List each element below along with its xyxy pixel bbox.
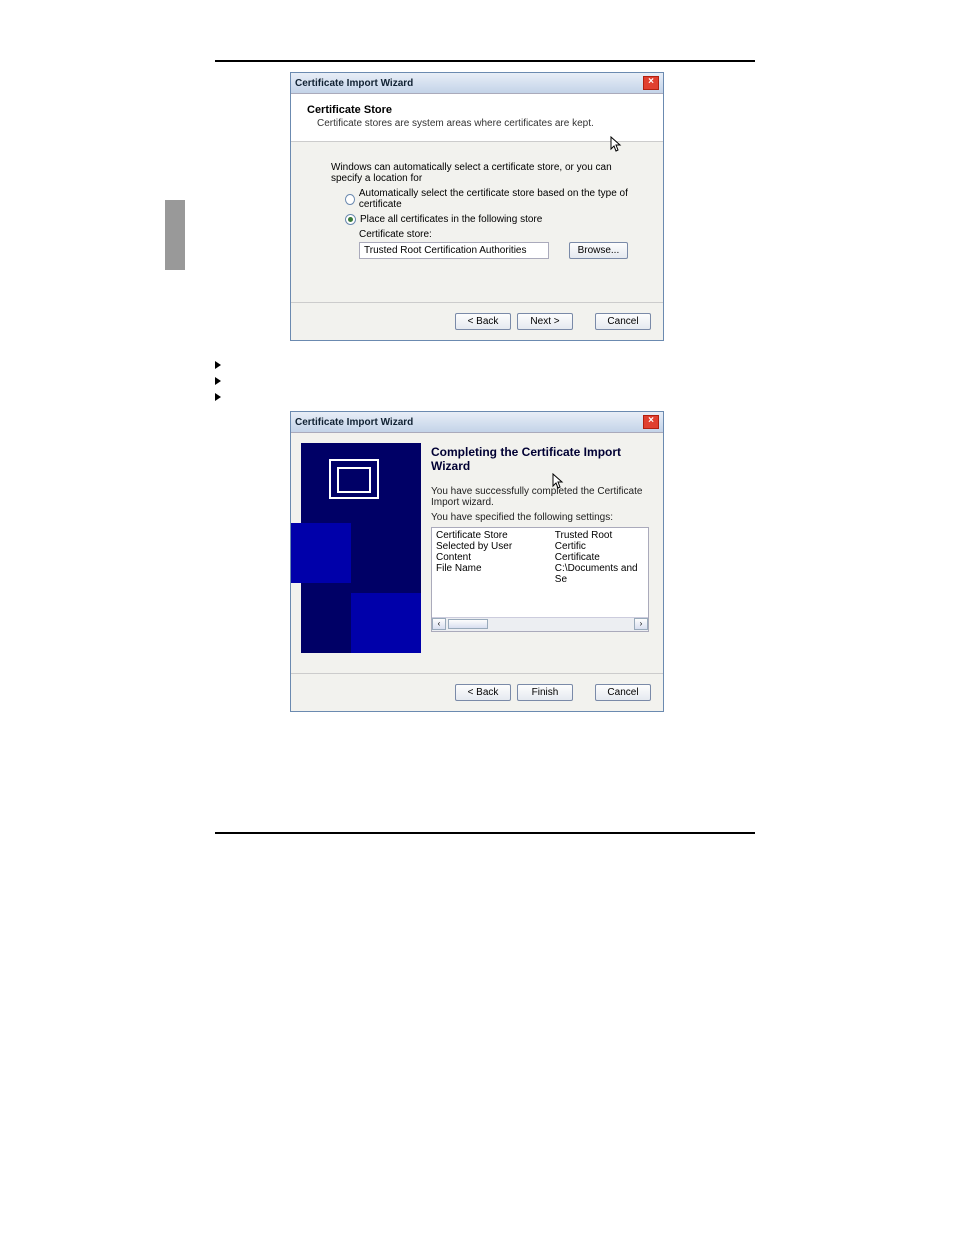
scroll-thumb[interactable] xyxy=(448,619,488,629)
cancel-button[interactable]: Cancel xyxy=(595,684,651,701)
window-title: Certificate Import Wizard xyxy=(295,78,413,89)
setting-value: Certificate xyxy=(555,552,644,563)
bullet-item xyxy=(215,393,854,401)
triangle-bullet-icon xyxy=(215,361,221,369)
intro-text: Windows can automatically select a certi… xyxy=(331,162,633,184)
titlebar: Certificate Import Wizard × xyxy=(291,412,663,433)
cert-import-wizard-step: Certificate Import Wizard × Certificate … xyxy=(290,72,664,341)
radio-auto-select[interactable]: Automatically select the certificate sto… xyxy=(345,188,633,210)
wizard-heading: Certificate Store xyxy=(307,104,647,116)
radio-place-all[interactable]: Place all certificates in the following … xyxy=(345,214,633,225)
radio-icon xyxy=(345,194,355,205)
setting-key: Content xyxy=(436,552,547,563)
wizard-footer: < Back Finish Cancel xyxy=(291,673,663,711)
cancel-button[interactable]: Cancel xyxy=(595,313,651,330)
wizard-banner xyxy=(301,443,421,653)
back-button[interactable]: < Back xyxy=(455,684,511,701)
setting-key: File Name xyxy=(436,563,547,574)
settings-list: Certificate Store Selected by User Conte… xyxy=(431,527,649,632)
bottom-divider xyxy=(215,832,755,834)
radio-icon xyxy=(345,214,356,225)
settings-intro: You have specified the following setting… xyxy=(431,512,649,523)
bullet-list xyxy=(215,361,854,401)
bullet-item xyxy=(215,361,854,369)
success-text: You have successfully completed the Cert… xyxy=(431,486,649,508)
banner-shape xyxy=(351,593,421,653)
top-divider xyxy=(215,60,755,62)
setting-value: Trusted Root Certific xyxy=(555,530,644,552)
cert-import-wizard-complete: Certificate Import Wizard × Completing t… xyxy=(290,411,664,712)
wizard-footer: < Back Next > Cancel xyxy=(291,302,663,340)
cursor-icon xyxy=(551,473,565,491)
finish-button[interactable]: Finish xyxy=(517,684,573,701)
close-icon[interactable]: × xyxy=(643,415,659,429)
radio-place-label: Place all certificates in the following … xyxy=(360,214,542,225)
wizard-header: Certificate Store Certificate stores are… xyxy=(291,94,663,142)
page-side-tab xyxy=(165,200,185,270)
certificate-store-input[interactable]: Trusted Root Certification Authorities xyxy=(359,242,549,259)
close-icon[interactable]: × xyxy=(643,76,659,90)
setting-key: Certificate Store Selected by User xyxy=(436,530,547,552)
triangle-bullet-icon xyxy=(215,377,221,385)
wizard-subheading: Certificate stores are system areas wher… xyxy=(317,118,647,129)
scroll-right-icon[interactable]: › xyxy=(634,618,648,630)
back-button[interactable]: < Back xyxy=(455,313,511,330)
next-button[interactable]: Next > xyxy=(517,313,573,330)
scroll-left-icon[interactable]: ‹ xyxy=(432,618,446,630)
window-title: Certificate Import Wizard xyxy=(295,417,413,428)
setting-value: C:\Documents and Se xyxy=(555,563,644,585)
titlebar: Certificate Import Wizard × xyxy=(291,73,663,94)
horizontal-scrollbar[interactable]: ‹ › xyxy=(432,617,648,631)
store-label: Certificate store: xyxy=(359,229,633,240)
radio-auto-label: Automatically select the certificate sto… xyxy=(359,188,633,210)
banner-shape xyxy=(291,523,351,583)
cursor-icon xyxy=(609,136,623,154)
certificate-icon xyxy=(329,459,379,499)
wizard-complete-heading: Completing the Certificate Import Wizard xyxy=(431,445,649,473)
bullet-item xyxy=(215,377,854,385)
browse-button[interactable]: Browse... xyxy=(569,242,629,259)
triangle-bullet-icon xyxy=(215,393,221,401)
